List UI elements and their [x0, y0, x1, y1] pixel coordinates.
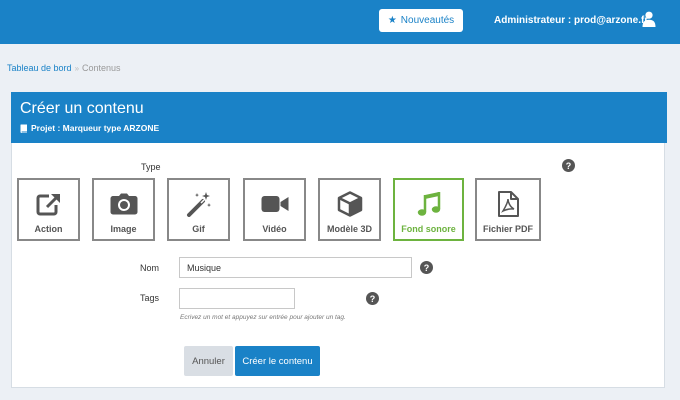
type-option-label: Fichier PDF	[482, 224, 533, 234]
name-help-icon[interactable]: ?	[420, 261, 433, 274]
music-note-icon	[415, 191, 443, 217]
type-option-action[interactable]: Action	[17, 178, 80, 241]
breadcrumb-current: Contenus	[82, 63, 121, 73]
external-link-icon	[35, 191, 63, 217]
magic-wand-icon	[185, 191, 213, 217]
news-button[interactable]: ★ Nouveautés	[379, 9, 463, 32]
type-option-label: Image	[110, 224, 137, 234]
breadcrumb-separator: »	[74, 63, 80, 73]
tags-hint: Ecrivez un mot et appuyez sur entrée pou…	[180, 314, 346, 321]
type-help-icon[interactable]: ?	[562, 159, 575, 172]
type-option-label: Fond sonore	[401, 224, 456, 234]
video-camera-icon	[261, 191, 289, 217]
name-label: Nom	[140, 263, 160, 273]
type-option-pdf[interactable]: Fichier PDF	[475, 178, 541, 241]
type-option-3d-model[interactable]: Modèle 3D	[318, 178, 381, 241]
book-icon	[20, 124, 27, 133]
page-title: Créer un contenu	[20, 100, 144, 117]
admin-account-label[interactable]: Administrateur : prod@arzone.fr	[494, 15, 648, 26]
type-option-label: Modèle 3D	[326, 224, 372, 234]
breadcrumb-home-link[interactable]: Tableau de bord	[7, 63, 72, 73]
news-button-label: Nouveautés	[400, 15, 455, 26]
pdf-file-icon	[494, 191, 522, 217]
camera-icon	[110, 191, 138, 217]
type-option-background-sound[interactable]: Fond sonore	[393, 178, 464, 241]
project-name: Projet : Marqueur type ARZONE	[31, 123, 160, 133]
type-option-label: Vidéo	[262, 224, 287, 234]
project-subtitle: Projet : Marqueur type ARZONE	[20, 123, 159, 133]
breadcrumb: Tableau de bord » Contenus	[7, 63, 121, 73]
tags-label: Tags	[140, 293, 160, 303]
type-option-gif[interactable]: Gif	[167, 178, 230, 241]
type-option-image[interactable]: Image	[92, 178, 155, 241]
top-navbar: ★ Nouveautés Administrateur : prod@arzon…	[0, 0, 680, 44]
name-input[interactable]	[179, 257, 412, 278]
star-icon: ★	[387, 15, 397, 26]
cube-icon	[336, 191, 364, 217]
type-label: Type	[141, 162, 161, 172]
cancel-button[interactable]: Annuler	[184, 346, 233, 376]
type-option-label: Gif	[192, 224, 205, 234]
tags-input[interactable]	[179, 288, 295, 309]
card-header: Créer un contenu Projet : Marqueur type …	[11, 92, 667, 143]
tags-help-icon[interactable]: ?	[366, 292, 379, 305]
user-icon[interactable]	[642, 11, 656, 27]
type-option-video[interactable]: Vidéo	[243, 178, 306, 241]
create-content-button[interactable]: Créer le contenu	[235, 346, 320, 376]
type-option-label: Action	[34, 224, 63, 234]
